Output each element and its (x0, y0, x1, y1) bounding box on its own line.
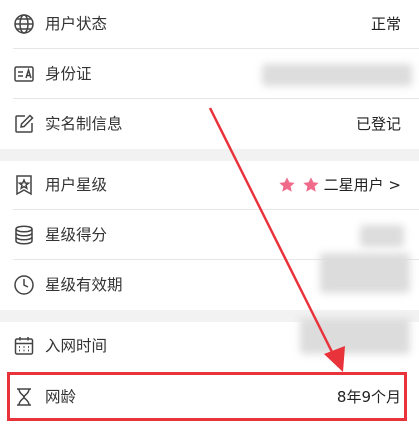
account-info-page: 用户状态 正常 身份证 实名制信息 已登记 用户星级 二星用户 > 星级得分 星… (0, 0, 419, 432)
row-value: 已登记 (355, 115, 401, 133)
section-star-rating: 用户星级 二星用户 > 星级得分 星级有效期 (0, 161, 419, 310)
star-rating (277, 176, 320, 194)
star-badge-icon (13, 174, 35, 196)
redacted-value (360, 225, 404, 247)
section-identity: 用户状态 正常 身份证 实名制信息 已登记 (0, 0, 419, 149)
divider (13, 48, 419, 49)
divider (13, 98, 419, 99)
row-value[interactable]: 二星用户 > (324, 174, 401, 196)
row-star-validity[interactable]: 星级有效期 (0, 253, 419, 310)
globe-icon (13, 13, 35, 35)
clock-icon (13, 274, 35, 296)
redacted-value (300, 318, 410, 354)
star-icon (303, 177, 319, 192)
star-icon (279, 177, 295, 192)
row-user-status[interactable]: 用户状态 正常 (0, 0, 419, 49)
id-card-icon (13, 63, 35, 85)
row-label: 星级有效期 (45, 276, 123, 294)
row-label: 星级得分 (45, 226, 108, 244)
row-join-date[interactable]: 入网时间 (0, 318, 419, 371)
row-label: 用户星级 (45, 176, 108, 194)
redacted-value (320, 253, 410, 293)
row-id-card[interactable]: 身份证 (0, 50, 419, 99)
highlight-box (7, 372, 407, 421)
calendar-icon (13, 335, 35, 357)
edit-icon (13, 113, 35, 135)
row-label: 身份证 (45, 65, 92, 83)
coin-stack-icon (13, 224, 35, 246)
divider (13, 209, 419, 210)
row-label: 实名制信息 (45, 115, 123, 133)
redacted-value (262, 64, 412, 86)
row-value: 正常 (370, 15, 401, 33)
row-label: 入网时间 (45, 337, 108, 355)
row-real-name-info[interactable]: 实名制信息 已登记 (0, 100, 419, 149)
row-user-star-level[interactable]: 用户星级 二星用户 > (0, 161, 419, 210)
row-label: 用户状态 (45, 15, 108, 33)
